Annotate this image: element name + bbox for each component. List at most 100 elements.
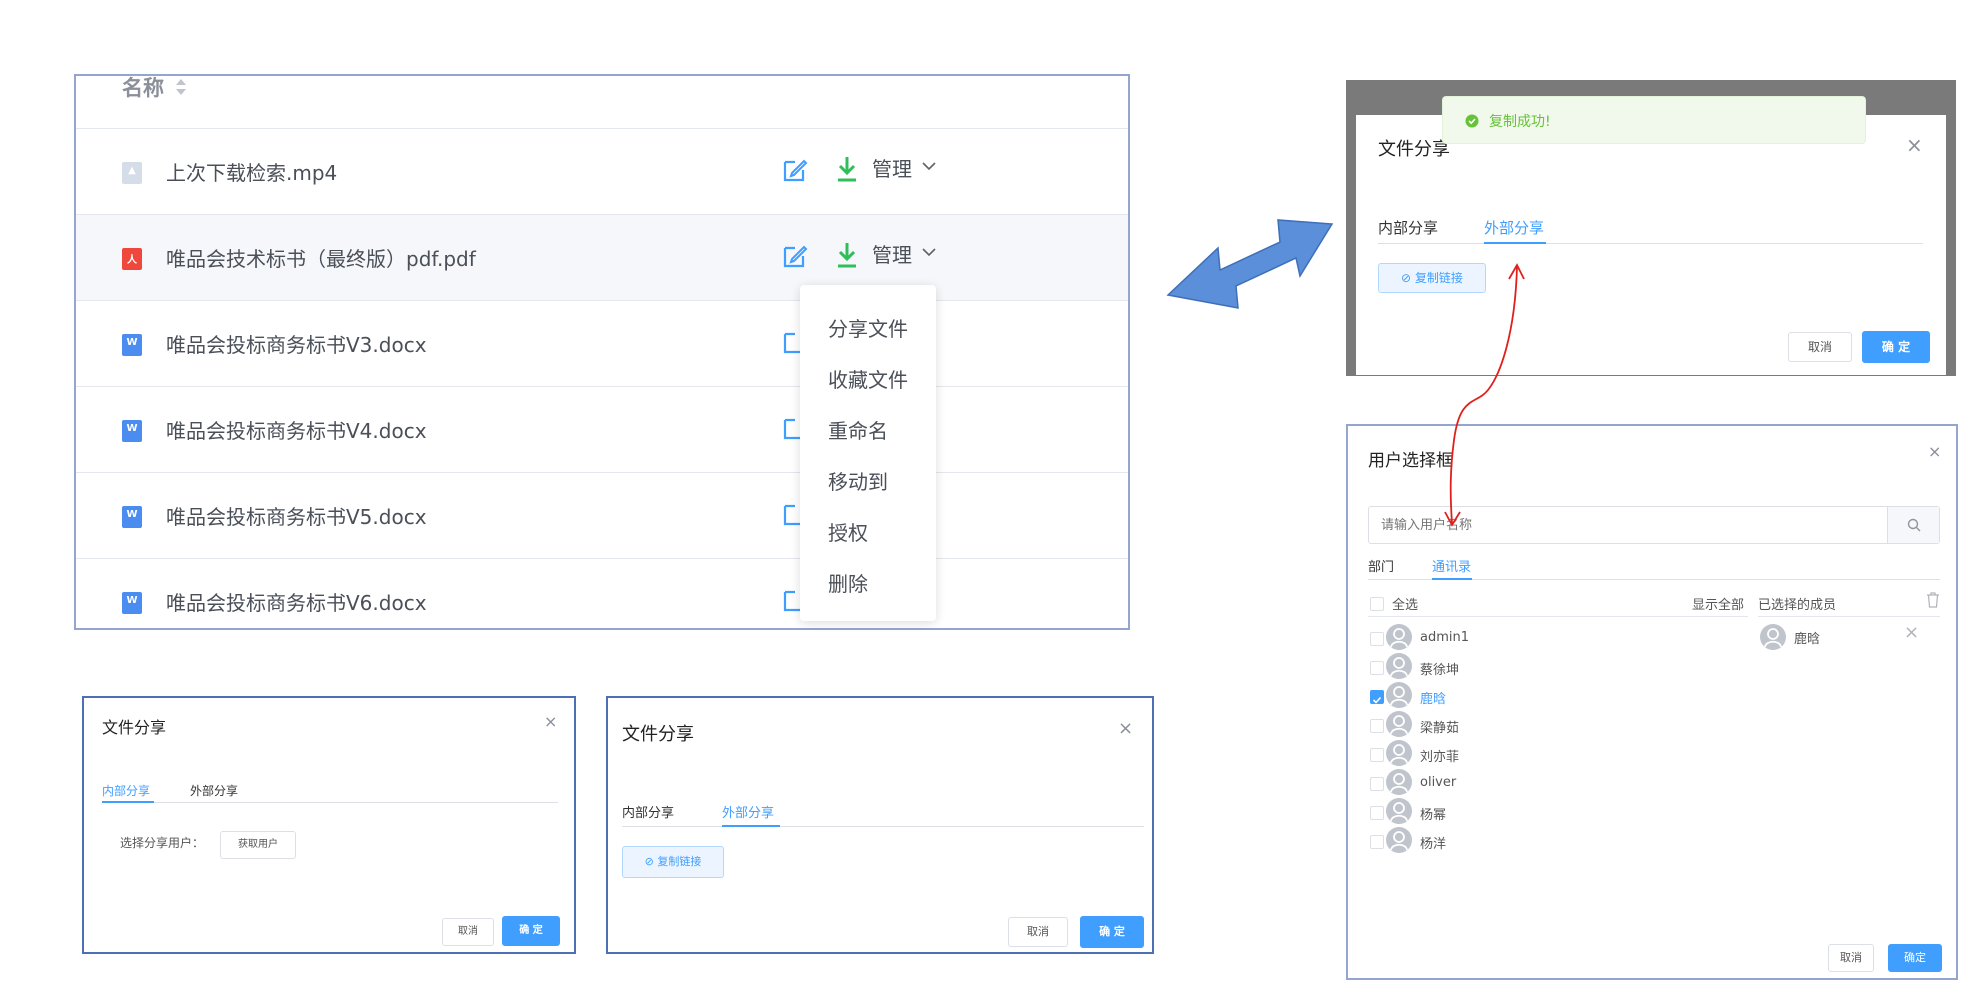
file-name[interactable]: 唯品会投标商务标书V3.docx (166, 329, 427, 358)
trash-icon[interactable] (1926, 592, 1940, 608)
select-all-checkbox[interactable] (1370, 597, 1384, 611)
user-name[interactable]: 杨洋 (1420, 833, 1446, 852)
remove-member-icon[interactable]: × (1904, 622, 1919, 643)
confirm-button[interactable]: 确 定 (502, 916, 560, 946)
avatar (1386, 740, 1412, 766)
show-all-link[interactable]: 显示全部 (1692, 594, 1744, 613)
tab-external-share[interactable]: 外部分享 (190, 782, 238, 799)
user-name[interactable]: 杨幂 (1420, 804, 1446, 823)
user-name[interactable]: admin1 (1420, 630, 1469, 645)
file-row[interactable]: 人 唯品会技术标书（最终版）pdf.pdf 管理 (76, 215, 1128, 301)
double-arrow-icon (1166, 219, 1334, 309)
confirm-button[interactable]: 确 定 (1080, 916, 1144, 948)
menu-item-authorize[interactable]: 授权 (828, 517, 868, 546)
avatar (1760, 624, 1786, 650)
file-row[interactable]: ▲ 上次下载检索.mp4 管理 (76, 129, 1128, 215)
tab-department[interactable]: 部门 (1368, 556, 1394, 575)
user-checkbox[interactable] (1370, 806, 1384, 820)
file-name[interactable]: 唯品会投标商务标书V6.docx (166, 587, 427, 616)
menu-item-favorite-file[interactable]: 收藏文件 (828, 364, 908, 393)
tab-contacts[interactable]: 通讯录 (1432, 556, 1471, 575)
link-icon: ⊘ (644, 855, 658, 868)
user-name[interactable]: 鹿晗 (1420, 688, 1446, 707)
download-icon[interactable] (836, 155, 858, 183)
file-share-dialog-external: 文件分享 × 内部分享 外部分享 ⊘ 复制链接 取消 确 定 (606, 696, 1154, 954)
edit-icon[interactable] (782, 157, 808, 183)
column-header-name[interactable]: 名称 (122, 76, 164, 102)
copy-link-button[interactable]: ⊘ 复制链接 (622, 846, 724, 878)
avatar (1386, 624, 1412, 650)
chevron-down-icon[interactable] (922, 161, 936, 171)
file-name[interactable]: 唯品会投标商务标书V4.docx (166, 415, 427, 444)
file-row[interactable]: W 唯品会投标商务标书V5.docx (76, 473, 1128, 559)
file-row[interactable]: W 唯品会投标商务标书V6.docx (76, 559, 1128, 628)
cancel-button[interactable]: 取消 (1828, 944, 1874, 972)
tab-divider (102, 802, 558, 803)
success-check-icon (1465, 114, 1479, 128)
avatar (1386, 653, 1412, 679)
menu-item-share-file[interactable]: 分享文件 (828, 313, 908, 342)
dialog-title: 文件分享 (622, 724, 694, 745)
close-icon[interactable]: × (544, 712, 557, 731)
manage-dropdown[interactable]: 管理 (872, 153, 912, 182)
file-name[interactable]: 上次下载检索.mp4 (166, 157, 337, 186)
download-icon[interactable] (836, 241, 858, 269)
user-name[interactable]: oliver (1420, 775, 1456, 790)
tab-divider (1378, 243, 1923, 244)
file-row[interactable]: W 唯品会投标商务标书V3.docx (76, 301, 1128, 387)
word-file-icon: W (122, 334, 142, 356)
tab-internal-share[interactable]: 内部分享 (622, 802, 674, 821)
tab-internal-share[interactable]: 内部分享 (1378, 217, 1438, 238)
cancel-button[interactable]: 取消 (442, 918, 494, 946)
cancel-button[interactable]: 取消 (1008, 917, 1068, 947)
selected-divider (1758, 616, 1940, 617)
user-checkbox[interactable] (1370, 690, 1384, 704)
tab-internal-share[interactable]: 内部分享 (102, 782, 150, 799)
success-toast: 复制成功! (1442, 96, 1866, 144)
user-checkbox[interactable] (1370, 661, 1384, 675)
menu-item-move-to[interactable]: 移动到 (828, 466, 888, 495)
manage-dropdown[interactable]: 管理 (872, 239, 912, 268)
user-checkbox[interactable] (1370, 719, 1384, 733)
video-file-icon: ▲ (122, 162, 142, 184)
user-checkbox[interactable] (1370, 632, 1384, 646)
tab-external-share[interactable]: 外部分享 (722, 802, 774, 821)
user-checkbox[interactable] (1370, 835, 1384, 849)
select-all-label: 全选 (1392, 598, 1419, 613)
close-icon[interactable]: × (1906, 133, 1923, 157)
avatar (1386, 769, 1412, 795)
user-name[interactable]: 梁静茹 (1420, 717, 1459, 736)
list-divider (1368, 616, 1748, 617)
edit-icon[interactable] (782, 243, 808, 269)
tab-external-share[interactable]: 外部分享 (1484, 217, 1544, 238)
cancel-button[interactable]: 取消 (1788, 332, 1852, 362)
user-checkbox[interactable] (1370, 777, 1384, 791)
user-name[interactable]: 刘亦菲 (1420, 746, 1459, 765)
file-list-panel: 名称 ▲ 上次下载检索.mp4 管理 人 唯品会技术标书（最终版）pdf.pdf… (74, 74, 1130, 630)
user-checkbox[interactable] (1370, 748, 1384, 762)
dialog-title: 文件分享 (102, 718, 167, 737)
sort-icon[interactable] (174, 76, 188, 98)
curved-arrow-icon (1444, 263, 1525, 527)
word-file-icon: W (122, 420, 142, 442)
confirm-button[interactable]: 确定 (1888, 944, 1942, 972)
file-row[interactable]: W 唯品会投标商务标书V4.docx (76, 387, 1128, 473)
selected-members-label: 已选择的成员 (1758, 598, 1837, 613)
avatar (1386, 711, 1412, 737)
avatar (1386, 827, 1412, 853)
word-file-icon: W (122, 592, 142, 614)
tab-active-indicator (722, 825, 780, 827)
file-name[interactable]: 唯品会投标商务标书V5.docx (166, 501, 427, 530)
chevron-down-icon[interactable] (922, 247, 936, 257)
list-header: 名称 (76, 76, 1128, 129)
menu-item-rename[interactable]: 重命名 (828, 415, 888, 444)
get-user-button[interactable]: 获取用户 (220, 831, 296, 859)
confirm-button[interactable]: 确 定 (1862, 331, 1930, 363)
close-icon[interactable]: × (1118, 718, 1133, 739)
menu-item-delete[interactable]: 删除 (828, 568, 868, 597)
search-button[interactable] (1887, 507, 1939, 543)
close-icon[interactable]: × (1928, 442, 1941, 461)
file-name[interactable]: 唯品会技术标书（最终版）pdf.pdf (166, 243, 476, 272)
user-name[interactable]: 蔡徐坤 (1420, 659, 1459, 678)
selected-member-name: 鹿晗 (1794, 632, 1821, 647)
